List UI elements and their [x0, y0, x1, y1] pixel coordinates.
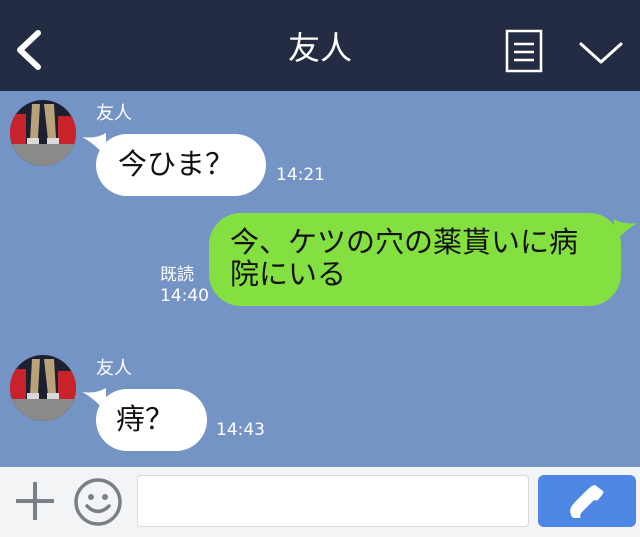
read-receipt: 既読 [160, 265, 194, 285]
call-button[interactable] [538, 475, 636, 527]
message-input[interactable] [137, 475, 529, 527]
message-text-line: 院にいる [230, 257, 347, 291]
message-bubble[interactable]: 今ひま？ [96, 134, 266, 196]
message-bubble[interactable]: 今、ケツの穴の薬貰いに病 院にいる [209, 213, 621, 306]
chat-title: 友人 [287, 29, 352, 67]
smiley-icon[interactable] [73, 477, 123, 527]
message-bubble[interactable]: 痔？ [96, 389, 207, 451]
chat-header: 友人 [0, 0, 640, 91]
bubble-tail [614, 219, 638, 243]
chevron-down-icon[interactable] [578, 38, 624, 68]
phone-icon [570, 485, 604, 518]
chat-area[interactable]: 友人 今ひま？ 14:21 既読 14:40 今、ケツの穴の薬貰いに病 院にいる [0, 91, 640, 467]
message-text: 痔？ [116, 402, 175, 436]
plus-icon[interactable] [13, 479, 57, 523]
message-time: 14:21 [276, 165, 325, 185]
avatar[interactable] [10, 100, 76, 166]
message-text: 今ひま？ [118, 147, 235, 181]
message-time: 14:40 [160, 286, 209, 306]
sender-name: 友人 [96, 358, 132, 379]
message-text-line: 今、ケツの穴の薬貰いに病 [230, 225, 579, 259]
avatar[interactable] [10, 355, 76, 421]
message-time: 14:43 [216, 420, 265, 440]
menu-icon[interactable] [505, 29, 543, 73]
sender-name: 友人 [96, 103, 132, 124]
